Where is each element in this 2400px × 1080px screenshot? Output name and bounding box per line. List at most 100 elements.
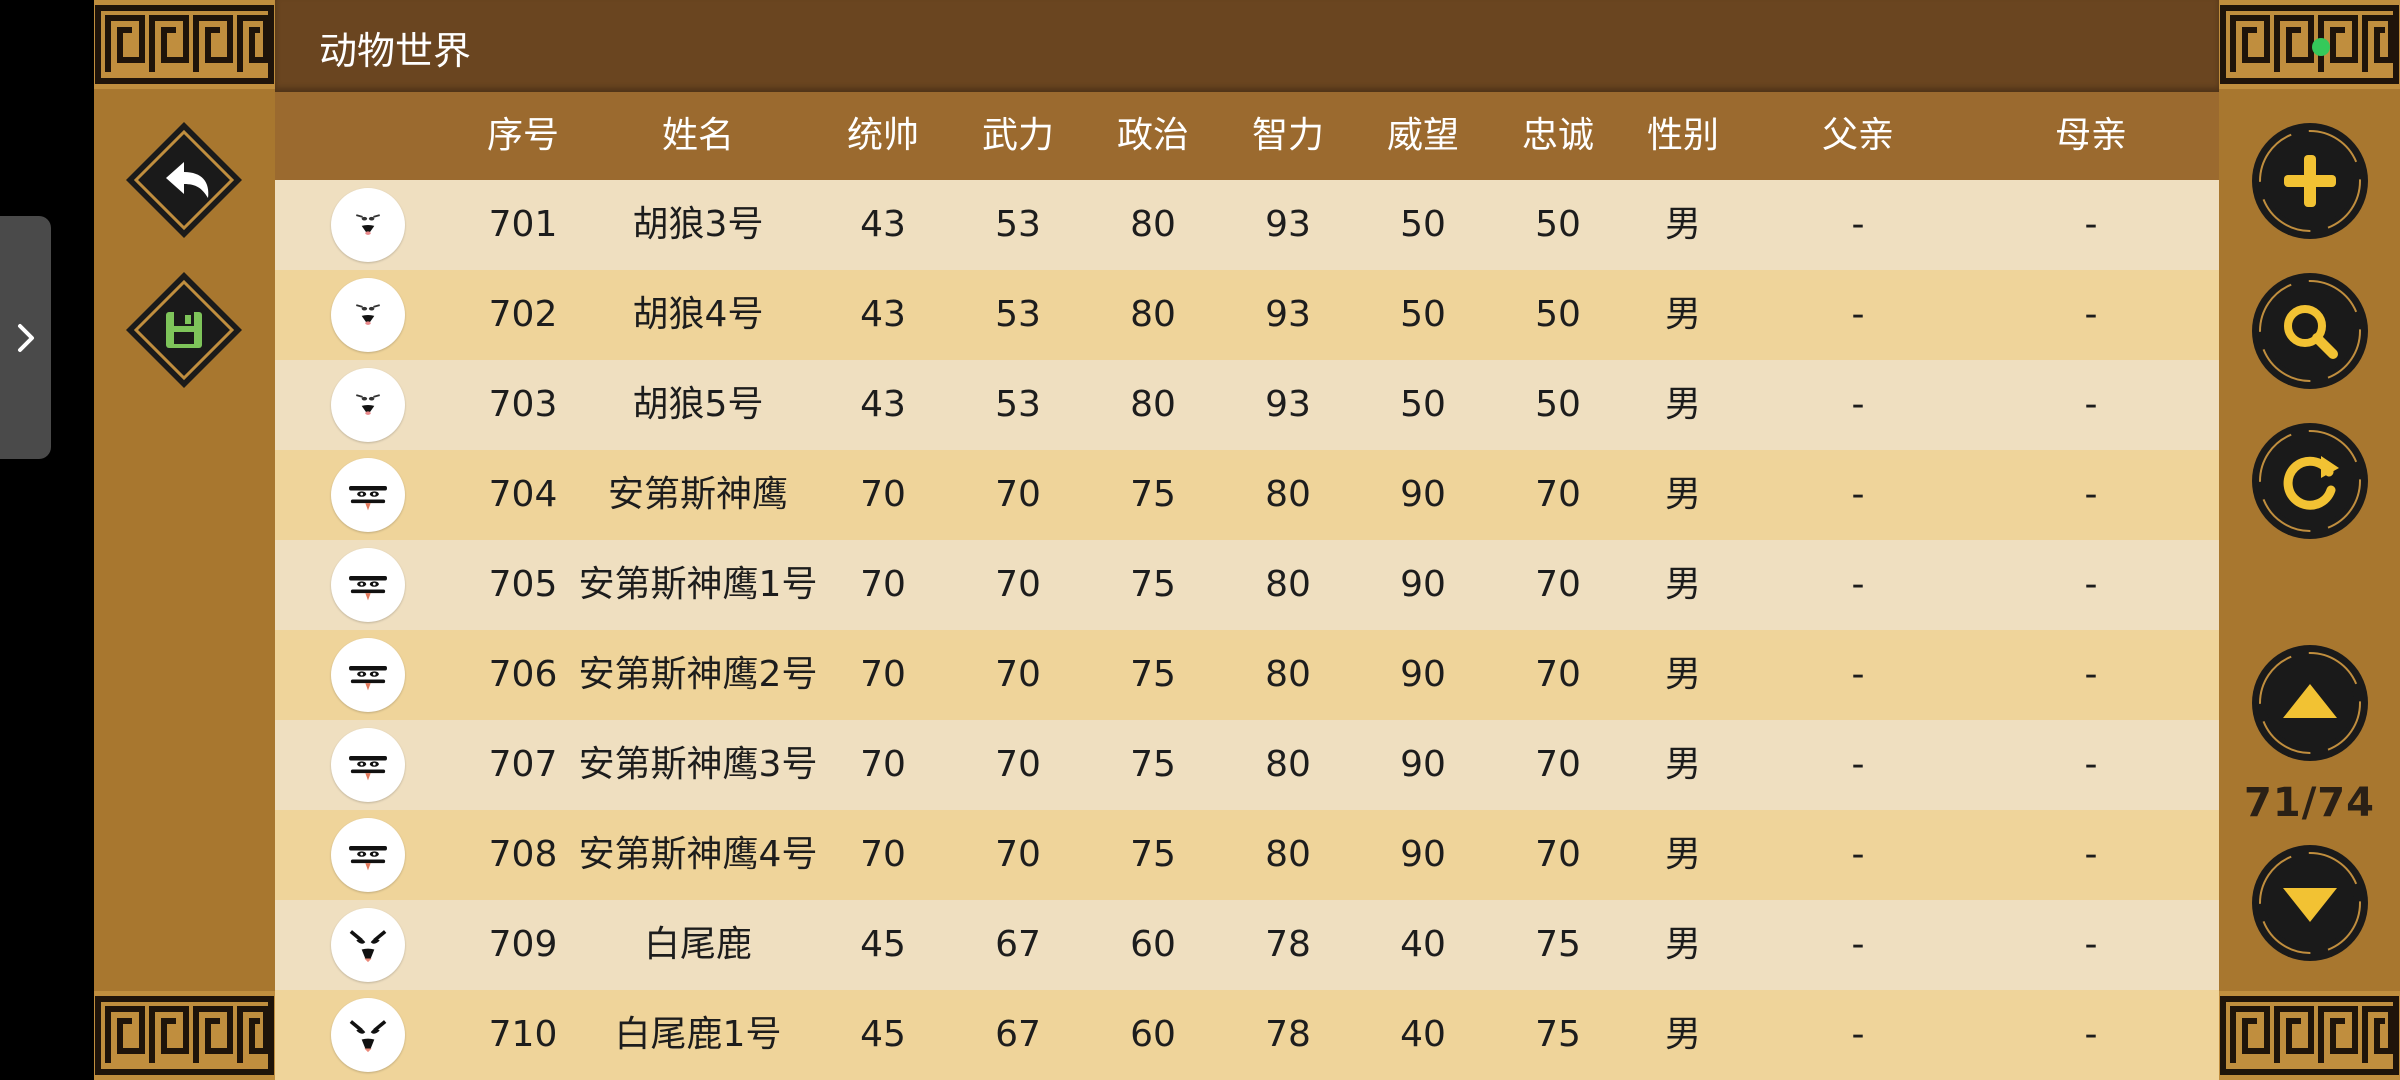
table-row[interactable]: 701 胡狼3号 43 53 80 93 50 50 男 - - xyxy=(275,180,2219,270)
cell-gender: 男 xyxy=(1664,384,1702,425)
cell-fame: 90 xyxy=(1400,474,1446,515)
table-row[interactable]: 704 安第斯神鹰 70 70 75 80 90 70 男 - - xyxy=(275,450,2219,540)
header-gender[interactable]: 性别 xyxy=(1647,92,1719,180)
cell-force: 70 xyxy=(995,834,1041,875)
condor-face-icon xyxy=(331,458,405,532)
edge-drawer-handle[interactable] xyxy=(0,216,51,459)
table-row[interactable]: 710 白尾鹿1号 45 67 60 78 40 75 男 - - xyxy=(275,990,2219,1080)
cell-gender: 男 xyxy=(1664,654,1702,695)
cell-gender: 男 xyxy=(1664,474,1702,515)
header-name[interactable]: 姓名 xyxy=(662,92,734,180)
header-loyalty[interactable]: 忠诚 xyxy=(1522,92,1594,180)
cell-mother: - xyxy=(2084,654,2098,695)
cell-gender: 男 xyxy=(1664,1014,1702,1055)
table-row[interactable]: 709 白尾鹿 45 67 60 78 40 75 男 - - xyxy=(275,900,2219,990)
page-down-button[interactable] xyxy=(2249,842,2371,964)
cell-name: 胡狼4号 xyxy=(632,294,764,335)
cell-fame: 90 xyxy=(1400,744,1446,785)
cell-id: 705 xyxy=(488,564,558,605)
cell-intelligence: 80 xyxy=(1265,564,1311,605)
search-icon xyxy=(2252,273,2368,389)
cell-id: 706 xyxy=(488,654,558,695)
cell-intelligence: 93 xyxy=(1265,294,1311,335)
cell-force: 67 xyxy=(995,924,1041,965)
cell-loyalty: 50 xyxy=(1535,204,1581,245)
header-force[interactable]: 武力 xyxy=(982,92,1054,180)
cell-id: 708 xyxy=(488,834,558,875)
cell-force: 67 xyxy=(995,1014,1041,1055)
condor-face-icon xyxy=(331,728,405,802)
cell-intelligence: 80 xyxy=(1265,474,1311,515)
table-row[interactable]: 707 安第斯神鹰3号 70 70 75 80 90 70 男 - - xyxy=(275,720,2219,810)
cell-loyalty: 70 xyxy=(1535,474,1581,515)
cell-mother: - xyxy=(2084,1014,2098,1055)
cell-politics: 80 xyxy=(1130,384,1176,425)
cell-force: 53 xyxy=(995,294,1041,335)
cell-id: 710 xyxy=(488,1014,558,1055)
cell-fame: 90 xyxy=(1400,564,1446,605)
header-politics[interactable]: 政治 xyxy=(1117,92,1189,180)
header-father[interactable]: 父亲 xyxy=(1822,92,1894,180)
cell-leadership: 70 xyxy=(860,744,906,785)
cell-name: 白尾鹿 xyxy=(643,924,753,965)
table-row[interactable]: 705 安第斯神鹰1号 70 70 75 80 90 70 男 - - xyxy=(275,540,2219,630)
cell-id: 703 xyxy=(488,384,558,425)
cell-leadership: 70 xyxy=(860,834,906,875)
save-button[interactable] xyxy=(122,268,246,392)
back-button[interactable] xyxy=(122,118,246,242)
cell-father: - xyxy=(1851,744,1865,785)
cell-loyalty: 50 xyxy=(1535,384,1581,425)
cell-father: - xyxy=(1851,294,1865,335)
table-row[interactable]: 702 胡狼4号 43 53 80 93 50 50 男 - - xyxy=(275,270,2219,360)
cell-leadership: 45 xyxy=(860,1014,906,1055)
cell-fame: 50 xyxy=(1400,384,1446,425)
header-id[interactable]: 序号 xyxy=(487,92,559,180)
page-up-button[interactable] xyxy=(2249,642,2371,764)
cell-mother: - xyxy=(2084,834,2098,875)
table-row[interactable]: 703 胡狼5号 43 53 80 93 50 50 男 - - xyxy=(275,360,2219,450)
header-fame[interactable]: 威望 xyxy=(1387,92,1459,180)
header-leadership[interactable]: 统帅 xyxy=(847,92,919,180)
cell-id: 707 xyxy=(488,744,558,785)
refresh-button[interactable] xyxy=(2249,420,2371,542)
cell-force: 70 xyxy=(995,474,1041,515)
table-header: 序号 姓名 统帅 武力 政治 智力 威望 忠诚 性别 父亲 母亲 xyxy=(275,92,2219,180)
cell-gender: 男 xyxy=(1664,204,1702,245)
add-button[interactable] xyxy=(2249,120,2371,242)
cell-name: 安第斯神鹰3号 xyxy=(578,744,818,785)
cell-fame: 50 xyxy=(1400,204,1446,245)
cell-mother: - xyxy=(2084,474,2098,515)
refresh-icon xyxy=(2252,423,2368,539)
cell-gender: 男 xyxy=(1664,924,1702,965)
cell-fame: 90 xyxy=(1400,834,1446,875)
table-row[interactable]: 706 安第斯神鹰2号 70 70 75 80 90 70 男 - - xyxy=(275,630,2219,720)
title-bar: 动物世界 xyxy=(275,0,2219,92)
cell-politics: 60 xyxy=(1130,924,1176,965)
cell-loyalty: 70 xyxy=(1535,654,1581,695)
cell-id: 704 xyxy=(488,474,558,515)
cell-leadership: 43 xyxy=(860,204,906,245)
cell-force: 53 xyxy=(995,204,1041,245)
right-panel: 71/74 xyxy=(2219,0,2400,1080)
cell-loyalty: 70 xyxy=(1535,834,1581,875)
cell-politics: 75 xyxy=(1130,474,1176,515)
header-intelligence[interactable]: 智力 xyxy=(1252,92,1324,180)
table-row[interactable]: 708 安第斯神鹰4号 70 70 75 80 90 70 男 - - xyxy=(275,810,2219,900)
jackal-face-icon xyxy=(331,278,405,352)
cell-name: 安第斯神鹰 xyxy=(607,474,789,515)
cell-father: - xyxy=(1851,924,1865,965)
search-button[interactable] xyxy=(2249,270,2371,392)
cell-leadership: 43 xyxy=(860,384,906,425)
cell-father: - xyxy=(1851,654,1865,695)
header-mother[interactable]: 母亲 xyxy=(2055,92,2127,180)
cell-politics: 75 xyxy=(1130,744,1176,785)
page-title: 动物世界 xyxy=(319,29,472,73)
greek-key-border xyxy=(94,0,275,89)
cell-intelligence: 80 xyxy=(1265,834,1311,875)
cell-fame: 90 xyxy=(1400,654,1446,695)
cell-leadership: 45 xyxy=(860,924,906,965)
cell-mother: - xyxy=(2084,204,2098,245)
cell-name: 安第斯神鹰4号 xyxy=(578,834,818,875)
cell-politics: 75 xyxy=(1130,834,1176,875)
cell-father: - xyxy=(1851,1014,1865,1055)
